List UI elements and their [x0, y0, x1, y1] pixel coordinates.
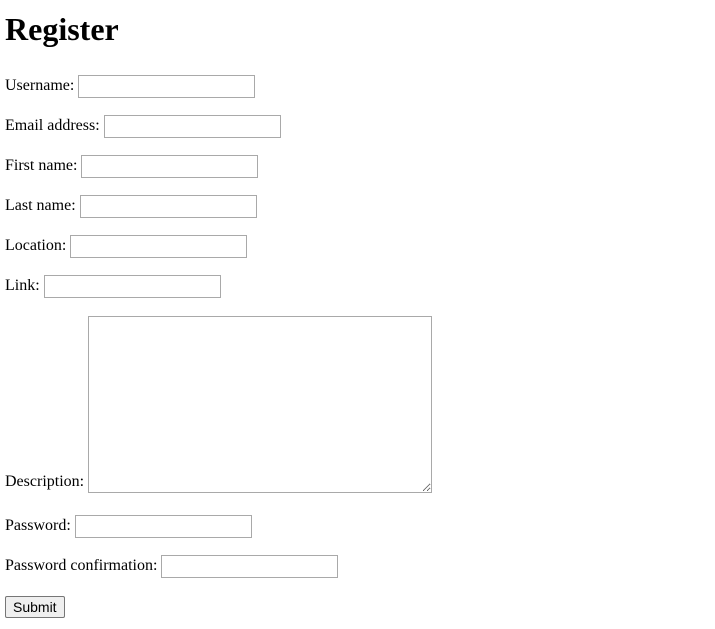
page-title: Register [5, 11, 119, 47]
password-confirmation-input[interactable] [161, 555, 339, 578]
link-row: Link: [5, 275, 221, 298]
username-label: Username: [5, 77, 75, 94]
last-name-label: Last name: [5, 197, 76, 214]
link-input[interactable] [43, 275, 221, 298]
description-textarea[interactable] [88, 316, 433, 493]
password-label: Password: [5, 517, 71, 534]
location-input[interactable] [70, 235, 248, 258]
username-row: Username: [5, 75, 256, 98]
first-name-row: First name: [5, 155, 259, 178]
description-row: Description: [5, 316, 433, 493]
location-label: Location: [5, 237, 67, 254]
description-label: Description: [5, 473, 85, 490]
first-name-label: First name: [5, 157, 78, 174]
submit-button[interactable]: Submit [5, 596, 65, 618]
password-confirmation-label: Password confirmation: [5, 557, 158, 574]
last-name-input[interactable] [79, 195, 257, 218]
location-row: Location: [5, 235, 248, 258]
first-name-input[interactable] [81, 155, 259, 178]
last-name-row: Last name: [5, 195, 257, 218]
link-label: Link: [5, 277, 40, 294]
email-row: Email address: [5, 115, 281, 138]
email-input[interactable] [103, 115, 281, 138]
password-row: Password: [5, 515, 252, 538]
username-input[interactable] [78, 75, 256, 98]
password-confirmation-row: Password confirmation: [5, 555, 339, 578]
email-label: Email address: [5, 117, 100, 134]
password-input[interactable] [74, 515, 252, 538]
